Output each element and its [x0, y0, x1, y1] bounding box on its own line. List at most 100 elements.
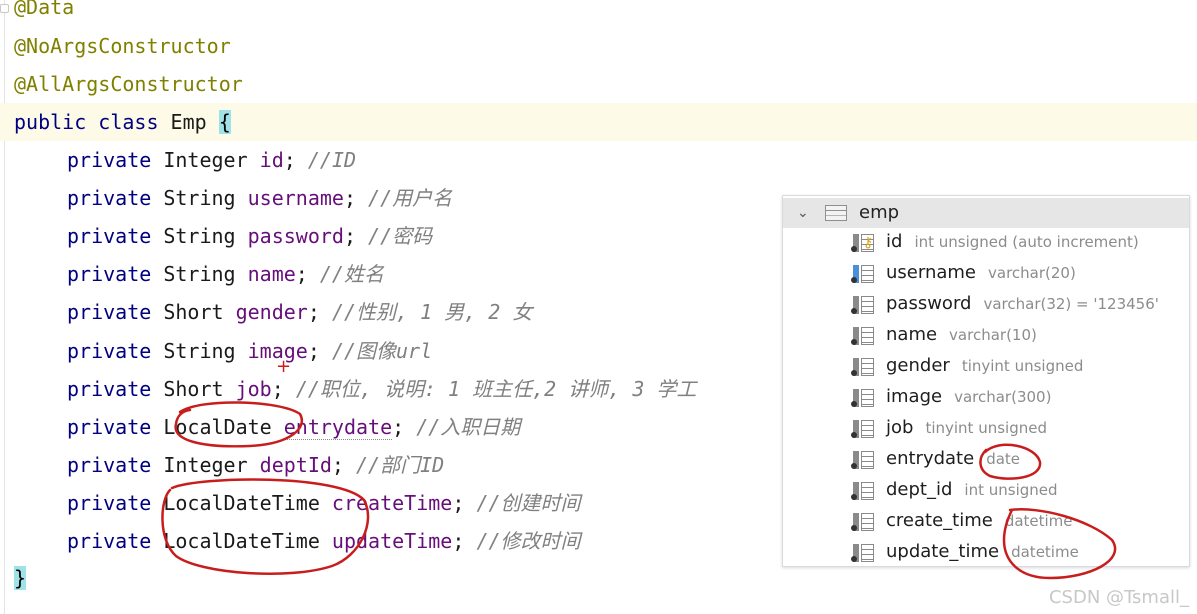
field-type: Integer: [163, 148, 248, 172]
field-name: entrydate: [283, 414, 393, 440]
field-modifier: private: [67, 376, 164, 401]
column-name: image varchar(300): [886, 384, 1051, 410]
column-type: datetime: [1011, 543, 1079, 561]
field-name: gender: [235, 300, 308, 325]
column-row[interactable]: username varchar(20): [851, 258, 1183, 289]
table-node[interactable]: ⌄ emp: [783, 198, 1189, 228]
column-type: varchar(10): [949, 326, 1037, 344]
column-type: tinyint unsigned: [925, 419, 1047, 437]
field-declaration[interactable]: private String password; //密码: [14, 217, 432, 255]
column-type: varchar(300): [954, 388, 1052, 406]
column-name-text: update_time: [886, 541, 1000, 562]
field-declaration[interactable]: private String username; //用户名: [14, 179, 452, 217]
table-icon: [825, 205, 847, 221]
column-icon: [851, 327, 875, 345]
editor-gutter: [4, 0, 5, 614]
column-type: varchar(20): [988, 264, 1076, 282]
column-name-text: job: [886, 417, 914, 438]
field-comment: //部门ID: [356, 452, 445, 477]
annotation-line[interactable]: @AllArgsConstructor: [14, 65, 243, 103]
column-name-text: gender: [886, 355, 950, 376]
column-name: gender tinyint unsigned: [886, 353, 1083, 379]
column-name: entrydate date: [886, 446, 1020, 472]
field-modifier: private: [67, 148, 164, 172]
field-name: username: [247, 186, 344, 211]
column-icon: [851, 420, 875, 438]
field-name: job: [235, 376, 272, 401]
column-row[interactable]: password varchar(32) = '123456': [851, 289, 1183, 320]
primary-key-column-icon: ⚷: [851, 234, 875, 252]
column-row[interactable]: create_time datetime: [851, 506, 1183, 537]
column-name: id int unsigned (auto increment): [886, 229, 1139, 255]
field-type: String: [163, 224, 236, 249]
chevron-down-icon[interactable]: ⌄: [797, 202, 809, 224]
database-tool-window[interactable]: ⌄ emp ⚷ id int unsigned (auto increment) us…: [782, 195, 1190, 567]
field-declaration[interactable]: private Integer deptId; //部门ID: [14, 446, 444, 484]
column-icon: [851, 544, 875, 562]
column-row[interactable]: dept_id int unsigned: [851, 475, 1183, 506]
table-name: emp: [859, 202, 900, 223]
field-declaration[interactable]: private String name; //姓名: [14, 255, 384, 293]
class-name: Emp: [170, 110, 219, 134]
class-declaration[interactable]: public class Emp {: [14, 103, 231, 141]
column-name-text: name: [886, 324, 938, 345]
field-name: id: [259, 148, 284, 172]
field-comment: //ID: [307, 148, 357, 172]
column-row[interactable]: entrydate date: [851, 444, 1183, 475]
column-type: varchar(32) = '123456': [983, 295, 1159, 313]
column-icon: [851, 482, 875, 500]
field-type: LocalDateTime: [163, 490, 320, 515]
field-declaration[interactable]: private LocalDate entrydate; //入职日期: [14, 408, 520, 446]
unique-column-icon: [851, 265, 875, 283]
field-comment: //密码: [368, 224, 433, 249]
column-icon: [851, 513, 875, 531]
column-row[interactable]: ⚷ id int unsigned (auto increment): [851, 227, 1183, 258]
field-declaration[interactable]: private Short gender; //性别, 1 男, 2 女: [14, 293, 532, 331]
field-comment: //入职日期: [416, 414, 521, 439]
field-comment: //修改时间: [476, 529, 581, 553]
field-comment: //职位, 说明: 1 班主任,2 讲师, 3 学工: [295, 376, 697, 401]
field-modifier: private: [67, 414, 164, 439]
column-name: password varchar(32) = '123456': [886, 291, 1159, 317]
column-name: update_time datetime: [886, 539, 1079, 565]
field-type: Integer: [163, 452, 248, 477]
field-modifier: private: [67, 300, 164, 325]
annotation-line[interactable]: @NoArgsConstructor: [14, 27, 231, 65]
column-row[interactable]: job tinyint unsigned: [851, 413, 1183, 444]
mouse-cursor-icon: +: [276, 356, 292, 377]
field-modifier: private: [67, 452, 164, 477]
field-name: deptId: [259, 452, 332, 477]
column-name-text: id: [886, 231, 903, 252]
fold-icon[interactable]: [0, 4, 9, 13]
column-icon: [851, 296, 875, 314]
field-name: name: [247, 262, 296, 287]
field-declaration[interactable]: private Integer id; //ID: [14, 141, 356, 179]
column-name: dept_id int unsigned: [886, 477, 1058, 503]
closing-brace-line[interactable]: }: [14, 559, 27, 597]
column-type: date: [986, 450, 1021, 468]
field-declaration[interactable]: private String image; //图像url: [14, 332, 432, 370]
column-name-text: password: [886, 293, 972, 314]
field-name: updateTime: [331, 529, 453, 553]
class-keywords: public class: [14, 110, 171, 134]
column-name-text: create_time: [886, 510, 993, 531]
column-name-text: dept_id: [886, 479, 953, 500]
close-brace: }: [14, 566, 27, 590]
field-declaration[interactable]: private Short job; //职位, 说明: 1 班主任,2 讲师,…: [14, 370, 696, 408]
column-name-text: image: [886, 386, 943, 407]
annotation-line[interactable]: @Data: [14, 0, 74, 26]
field-comment: //性别, 1 男, 2 女: [331, 300, 533, 325]
field-declaration[interactable]: private LocalDateTime updateTime; //修改时间: [14, 522, 581, 560]
column-row[interactable]: gender tinyint unsigned: [851, 351, 1183, 382]
field-comment: //创建时间: [476, 490, 581, 515]
column-type: int unsigned (auto increment): [914, 233, 1139, 251]
column-icon: [851, 389, 875, 407]
field-type: String: [163, 338, 236, 363]
column-row[interactable]: update_time datetime: [851, 537, 1183, 568]
field-type: Short: [163, 376, 224, 401]
field-type: LocalDateTime: [163, 529, 320, 553]
column-row[interactable]: image varchar(300): [851, 382, 1183, 413]
field-declaration[interactable]: private LocalDateTime createTime; //创建时间: [14, 484, 581, 522]
field-modifier: private: [67, 529, 164, 553]
column-row[interactable]: name varchar(10): [851, 320, 1183, 351]
